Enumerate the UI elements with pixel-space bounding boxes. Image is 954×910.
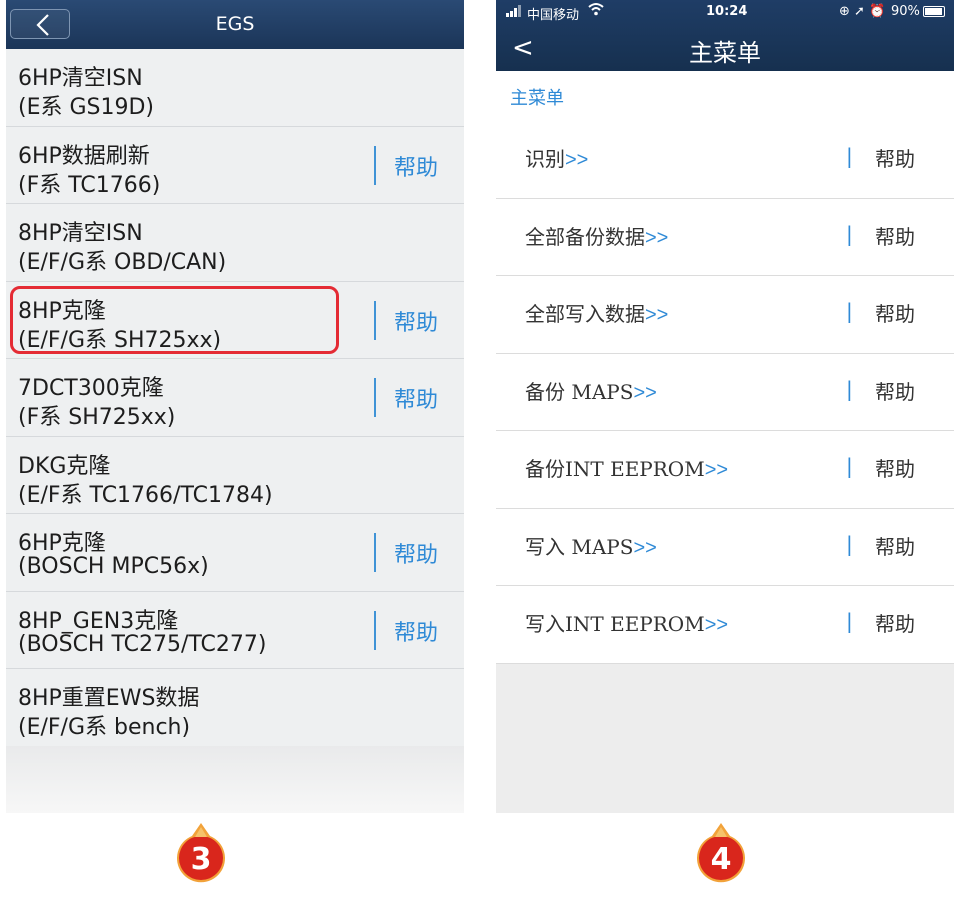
item-subtitle: (F系 SH725xx) bbox=[18, 405, 176, 430]
egs-screen: EGS 6HP清空ISN (E系 GS19D) 6HP数据刷新 (F系 TC17… bbox=[6, 0, 464, 813]
egs-function-list: 6HP清空ISN (E系 GS19D) 6HP数据刷新 (F系 TC1766) … bbox=[6, 49, 464, 747]
item-subtitle: (BOSCH TC275/TC277) bbox=[18, 631, 267, 657]
battery-icon bbox=[923, 6, 945, 17]
step-number: 3 bbox=[191, 842, 212, 877]
empty-area bbox=[6, 746, 464, 813]
menu-item[interactable]: 备份 MAPS>> | 帮助 bbox=[496, 353, 954, 431]
arrow-glyph: >> bbox=[704, 459, 729, 481]
item-title: 8HP清空ISN bbox=[18, 221, 143, 246]
step-number: 4 bbox=[711, 842, 732, 877]
item-title: DKG克隆 bbox=[18, 453, 111, 479]
signal-icon bbox=[506, 5, 524, 17]
egs-header: EGS bbox=[6, 0, 464, 49]
divider: | bbox=[846, 144, 853, 168]
highlight-box bbox=[10, 286, 339, 354]
list-item[interactable]: DKG克隆 (E/F系 TC1766/TC1784) bbox=[6, 436, 464, 514]
help-button[interactable]: 帮助 bbox=[875, 376, 915, 405]
divider bbox=[374, 145, 376, 185]
arrow-glyph: >> bbox=[645, 304, 669, 326]
menu-item[interactable]: 识别>> | 帮助 bbox=[496, 121, 954, 199]
divider: | bbox=[846, 531, 853, 556]
divider: | bbox=[846, 299, 853, 323]
item-subtitle: (E/F系 TC1766/TC1784) bbox=[18, 482, 273, 508]
wifi-icon bbox=[588, 3, 604, 16]
main-menu-screen: 中国移动 10:24 ⊕ ➚ ⏰ 90% < 主菜单 主菜单 识别>> | 帮助… bbox=[496, 0, 954, 813]
help-button[interactable]: 帮助 bbox=[875, 608, 915, 637]
list-item[interactable]: 6HP清空ISN (E系 GS19D) bbox=[6, 49, 464, 127]
list-item[interactable]: 7DCT300克隆 (F系 SH725xx) 帮助 bbox=[6, 359, 464, 437]
menu-item[interactable]: 写入INT EEPROM>> | 帮助 bbox=[496, 586, 954, 664]
arrow-glyph: >> bbox=[633, 381, 657, 404]
list-item[interactable]: 8HP重置EWS数据 (E/F/G系 bench) bbox=[6, 669, 464, 747]
list-item[interactable]: 6HP数据刷新 (F系 TC1766) 帮助 bbox=[6, 126, 464, 204]
status-time: 10:24 bbox=[706, 4, 748, 19]
breadcrumb-item[interactable]: 主菜单 bbox=[510, 84, 564, 110]
item-title: 8HP_GEN3克隆 bbox=[18, 608, 179, 634]
menu-item-label: 全部写入数据>> bbox=[525, 302, 669, 326]
item-subtitle: (BOSCH MPC56x) bbox=[18, 554, 209, 579]
divider bbox=[374, 533, 376, 572]
menu-item-label: 写入 MAPS>> bbox=[525, 534, 657, 559]
help-button[interactable]: 帮助 bbox=[394, 537, 438, 569]
arrow-glyph: >> bbox=[565, 149, 589, 171]
step-badge-4: 4 bbox=[697, 823, 745, 883]
help-button[interactable]: 帮助 bbox=[875, 531, 915, 560]
page-title: 主菜单 bbox=[689, 39, 761, 67]
help-button[interactable]: 帮助 bbox=[875, 143, 915, 172]
list-item[interactable]: 8HP_GEN3克隆 (BOSCH TC275/TC277) 帮助 bbox=[6, 591, 464, 669]
list-item[interactable]: 8HP清空ISN (E/F/G系 OBD/CAN) bbox=[6, 204, 464, 282]
arrow-glyph: >> bbox=[704, 614, 729, 636]
item-subtitle: (E/F/G系 OBD/CAN) bbox=[18, 250, 227, 275]
help-button[interactable]: 帮助 bbox=[394, 615, 438, 647]
item-title: 6HP清空ISN bbox=[18, 66, 143, 91]
divider: | bbox=[846, 609, 853, 633]
divider bbox=[374, 378, 376, 417]
main-menu-list: 识别>> | 帮助 全部备份数据>> | 帮助 全部写入数据>> | 帮助 备份… bbox=[496, 121, 954, 664]
menu-item[interactable]: 全部备份数据>> | 帮助 bbox=[496, 198, 954, 276]
item-title: 6HP克隆 bbox=[18, 531, 106, 556]
item-title: 8HP重置EWS数据 bbox=[18, 686, 200, 711]
menu-item-label: 全部备份数据>> bbox=[525, 224, 669, 249]
status-bar: 中国移动 10:24 ⊕ ➚ ⏰ 90% bbox=[496, 2, 954, 23]
carrier-label: 中国移动 bbox=[527, 8, 580, 23]
help-button[interactable]: 帮助 bbox=[875, 453, 915, 482]
item-title: 6HP数据刷新 bbox=[18, 143, 150, 169]
menu-item-label: 识别>> bbox=[525, 147, 589, 171]
menu-item[interactable]: 备份INT EEPROM>> | 帮助 bbox=[496, 431, 954, 509]
arrow-glyph: >> bbox=[633, 536, 657, 559]
menu-item-label: 备份INT EEPROM>> bbox=[525, 457, 729, 481]
page-title: EGS bbox=[215, 13, 255, 35]
menu-item[interactable]: 全部写入数据>> | 帮助 bbox=[496, 276, 954, 354]
menu-item-label: 写入INT EEPROM>> bbox=[525, 612, 729, 636]
menu-item-label: 备份 MAPS>> bbox=[525, 379, 657, 404]
step-badge-3: 3 bbox=[177, 823, 225, 883]
item-subtitle: (F系 TC1766) bbox=[18, 172, 161, 198]
item-subtitle: (E系 GS19D) bbox=[18, 95, 155, 120]
status-icons: ⊕ ➚ ⏰ bbox=[839, 4, 886, 19]
help-button[interactable]: 帮助 bbox=[875, 298, 915, 327]
divider: | bbox=[846, 454, 853, 478]
help-button[interactable]: 帮助 bbox=[394, 305, 438, 337]
list-item[interactable]: 6HP克隆 (BOSCH MPC56x) 帮助 bbox=[6, 514, 464, 592]
item-title: 7DCT300克隆 bbox=[18, 376, 164, 401]
help-button[interactable]: 帮助 bbox=[394, 150, 438, 182]
item-subtitle: (E/F/G系 bench) bbox=[18, 715, 191, 740]
battery-percent: 90% bbox=[891, 4, 920, 19]
divider bbox=[374, 300, 376, 340]
breadcrumb: 主菜单 bbox=[496, 71, 954, 121]
help-button[interactable]: 帮助 bbox=[875, 221, 915, 250]
divider bbox=[374, 610, 376, 650]
help-button[interactable]: 帮助 bbox=[394, 382, 438, 414]
divider: | bbox=[846, 221, 853, 246]
divider: | bbox=[846, 376, 853, 401]
arrow-glyph: >> bbox=[645, 226, 669, 249]
menu-item[interactable]: 写入 MAPS>> | 帮助 bbox=[496, 508, 954, 586]
main-menu-header: 中国移动 10:24 ⊕ ➚ ⏰ 90% < 主菜单 bbox=[496, 0, 954, 71]
